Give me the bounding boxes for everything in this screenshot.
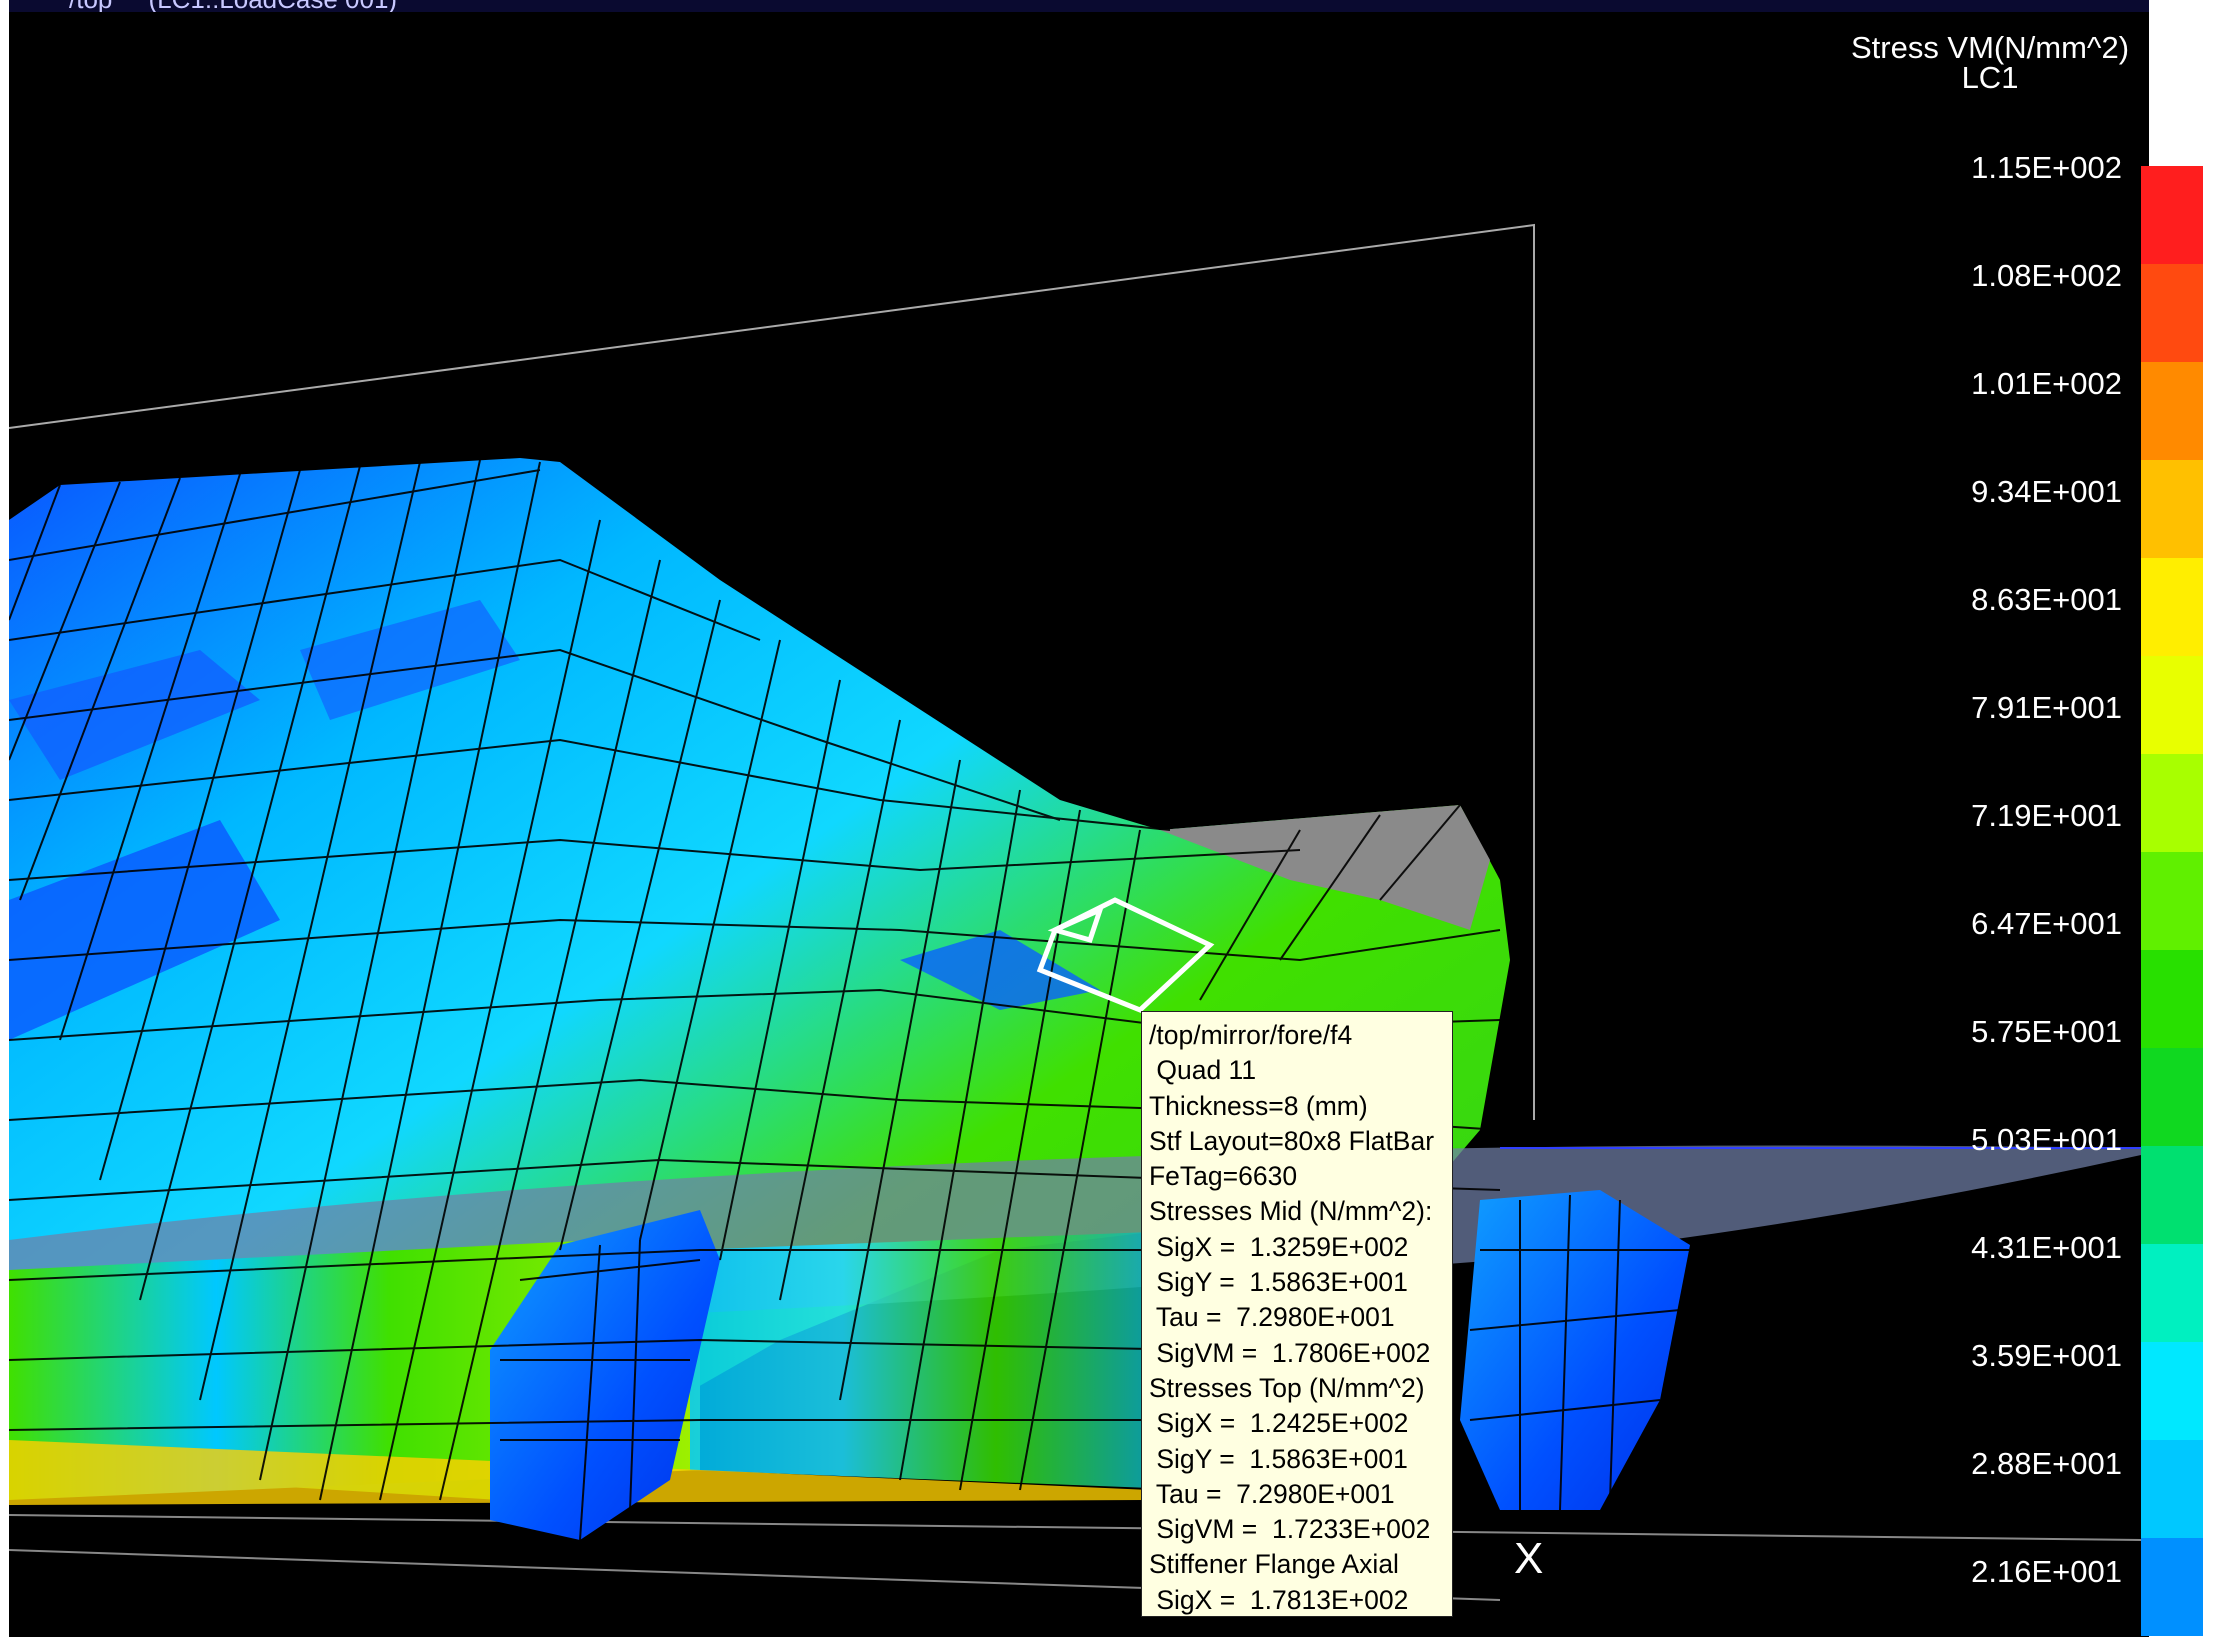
- tooltip-line: Stiffener Flange Axial: [1149, 1549, 1399, 1580]
- legend-tick-label: 3.59E+001: [1971, 1338, 2122, 1373]
- tooltip-line: FeTag=6630: [1149, 1161, 1298, 1192]
- legend-tick-label: 5.75E+001: [1971, 1014, 2122, 1049]
- element-info-tooltip: /top/mirror/fore/f4 Quad 11 Thickness=8 (…: [1141, 1011, 1453, 1617]
- legend-tick-label: 1.01E+002: [1971, 366, 2122, 401]
- tooltip-line: Stresses Mid (N/mm^2):: [1149, 1196, 1433, 1227]
- legend-tick-label: 5.03E+001: [1971, 1122, 2122, 1157]
- tooltip-line: SigY = 1.5863E+001: [1149, 1267, 1408, 1298]
- axis-x-label: X: [1514, 1534, 1544, 1583]
- tooltip-line: SigX = 1.7813E+002: [1149, 1584, 1409, 1615]
- legend-tick-label: 8.63E+001: [1971, 582, 2122, 617]
- tooltip-line: SigX = 1.2425E+002: [1149, 1408, 1409, 1439]
- colorbar-segment: [2141, 1342, 2203, 1440]
- colorbar-segment: [2141, 1538, 2203, 1636]
- tooltip-line: Stf Layout=80x8 FlatBar: [1149, 1125, 1435, 1156]
- tooltip-line: SigX = 1.3259E+002: [1149, 1231, 1409, 1262]
- colorbar-segment: [2141, 1048, 2203, 1146]
- colorbar-segment: [2141, 656, 2203, 754]
- tooltip-line: Thickness=8 (mm): [1149, 1090, 1368, 1121]
- tooltip-line: Tau = 7.2980E+001: [1149, 1478, 1395, 1509]
- pillar-right[interactable]: [1460, 1190, 1690, 1510]
- tooltip-line: /top/mirror/fore/f4: [1149, 1020, 1353, 1050]
- tooltip-line: Tau = 7.2980E+001: [1149, 1302, 1395, 1333]
- legend-tick-label: 2.16E+001: [1971, 1554, 2122, 1589]
- legend-tick-label: 7.19E+001: [1971, 798, 2122, 833]
- colorbar-segment: [2141, 558, 2203, 656]
- tooltip-line: SigVM = 1.7806E+002: [1149, 1337, 1431, 1368]
- colorbar-segment: [2141, 264, 2203, 362]
- legend-tick-label: 7.91E+001: [1971, 690, 2122, 725]
- legend-tick-label: 9.34E+001: [1971, 474, 2122, 509]
- tooltip-line: SigY = 1.5863E+001: [1149, 1443, 1408, 1474]
- fe-mesh-render[interactable]: [0, 0, 2216, 1649]
- guide-line: [9, 1514, 2141, 1541]
- colorbar-segment: [2141, 852, 2203, 950]
- tooltip-line: Stresses Top (N/mm^2): [1149, 1372, 1425, 1403]
- colorbar-segment: [2141, 166, 2203, 264]
- legend-colorbar: [2141, 166, 2203, 1636]
- colorbar-segment: [2141, 1440, 2203, 1538]
- colorbar-segment: [2141, 1146, 2203, 1244]
- legend-tick-label: 1.08E+002: [1971, 258, 2122, 293]
- lower-shell[interactable]: [690, 1230, 1200, 1490]
- colorbar-segment: [2141, 460, 2203, 558]
- legend-tick-label: 1.15E+002: [1971, 150, 2122, 185]
- colorbar-segment: [2141, 754, 2203, 852]
- tooltip-line: SigVM = 1.7233E+002: [1149, 1514, 1431, 1545]
- legend-tick-label: 4.31E+001: [1971, 1230, 2122, 1265]
- colorbar-segment: [2141, 1244, 2203, 1342]
- legend-tick-label: 2.88E+001: [1971, 1446, 2122, 1481]
- tooltip-line: Quad 11: [1149, 1055, 1257, 1086]
- legend-tick-label: 6.47E+001: [1971, 906, 2122, 941]
- colorbar-segment: [2141, 362, 2203, 460]
- colorbar-segment: [2141, 950, 2203, 1048]
- legend-subtitle: LC1: [1961, 60, 2019, 95]
